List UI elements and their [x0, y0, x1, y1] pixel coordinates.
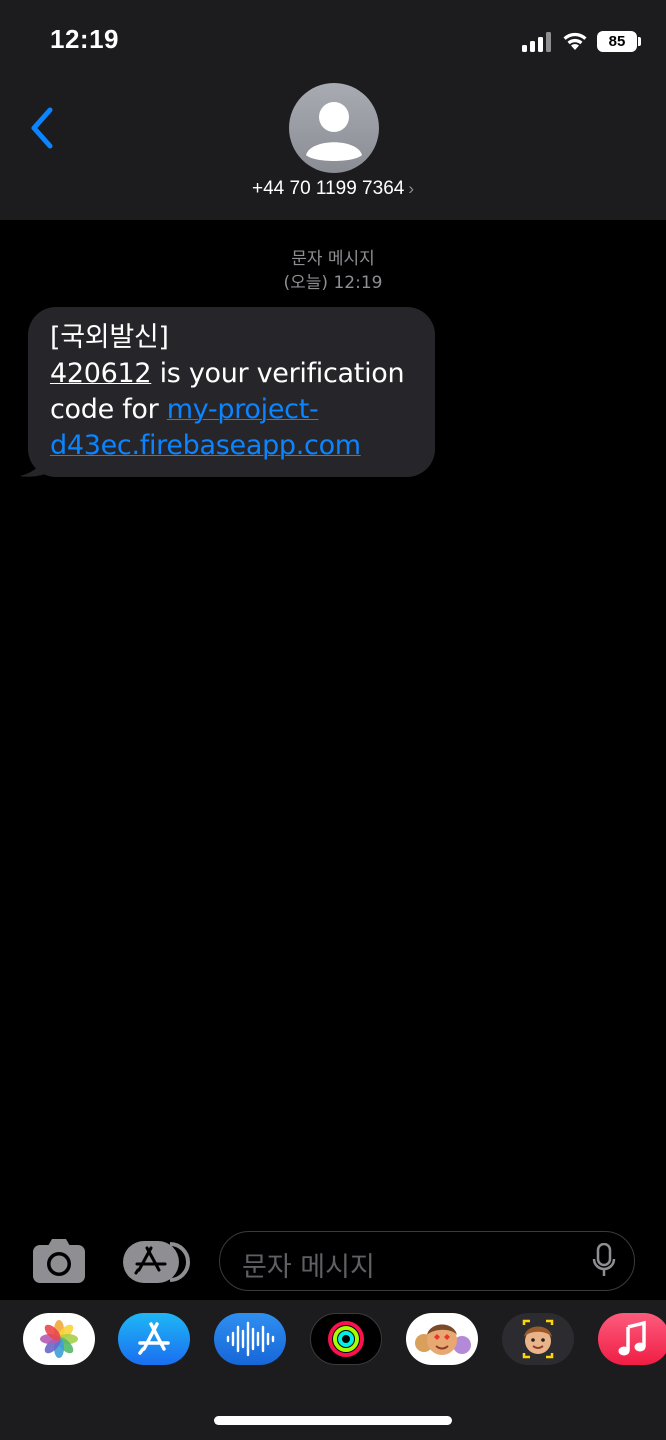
wifi-icon — [563, 32, 587, 50]
message-text: [국외발신] 420612 is your verification code … — [50, 320, 420, 464]
app-store-icon[interactable] — [122, 1240, 190, 1284]
contact-name[interactable]: +44 70 1199 7364 › — [0, 178, 666, 200]
battery-tip — [638, 37, 641, 46]
photos-icon[interactable] — [23, 1313, 95, 1365]
camera-icon[interactable] — [32, 1238, 86, 1284]
domain-link-part2[interactable]: d43ec.firebaseapp.com — [50, 430, 361, 461]
microphone-icon[interactable] — [592, 1243, 616, 1279]
contact-avatar[interactable] — [289, 83, 379, 173]
memoji-stickers-icon[interactable] — [406, 1313, 478, 1365]
activity-icon[interactable] — [310, 1313, 382, 1365]
message-timestamp: (오늘) 12:19 — [283, 273, 383, 293]
domain-link-part1[interactable]: my-project- — [167, 394, 319, 425]
music-icon[interactable] — [598, 1313, 666, 1365]
message-prefix: [국외발신] — [50, 322, 169, 353]
person-icon — [306, 102, 362, 161]
signal-icon — [522, 32, 552, 52]
message-service-label: 문자 메시지 — [291, 249, 375, 269]
audio-message-icon[interactable] — [214, 1313, 286, 1365]
memoji-icon[interactable] — [502, 1313, 574, 1365]
status-time: 12:19 — [50, 24, 119, 54]
contact-number: +44 70 1199 7364 — [252, 178, 405, 199]
chevron-right-icon: › — [408, 179, 414, 198]
home-indicator[interactable] — [214, 1416, 452, 1425]
app-store-icon[interactable] — [118, 1313, 190, 1365]
chevron-left-icon[interactable] — [26, 106, 58, 150]
verification-code[interactable]: 420612 — [50, 358, 152, 389]
battery-icon: 85 — [597, 31, 637, 52]
message-placeholder: 문자 메시지 — [242, 1252, 375, 1283]
